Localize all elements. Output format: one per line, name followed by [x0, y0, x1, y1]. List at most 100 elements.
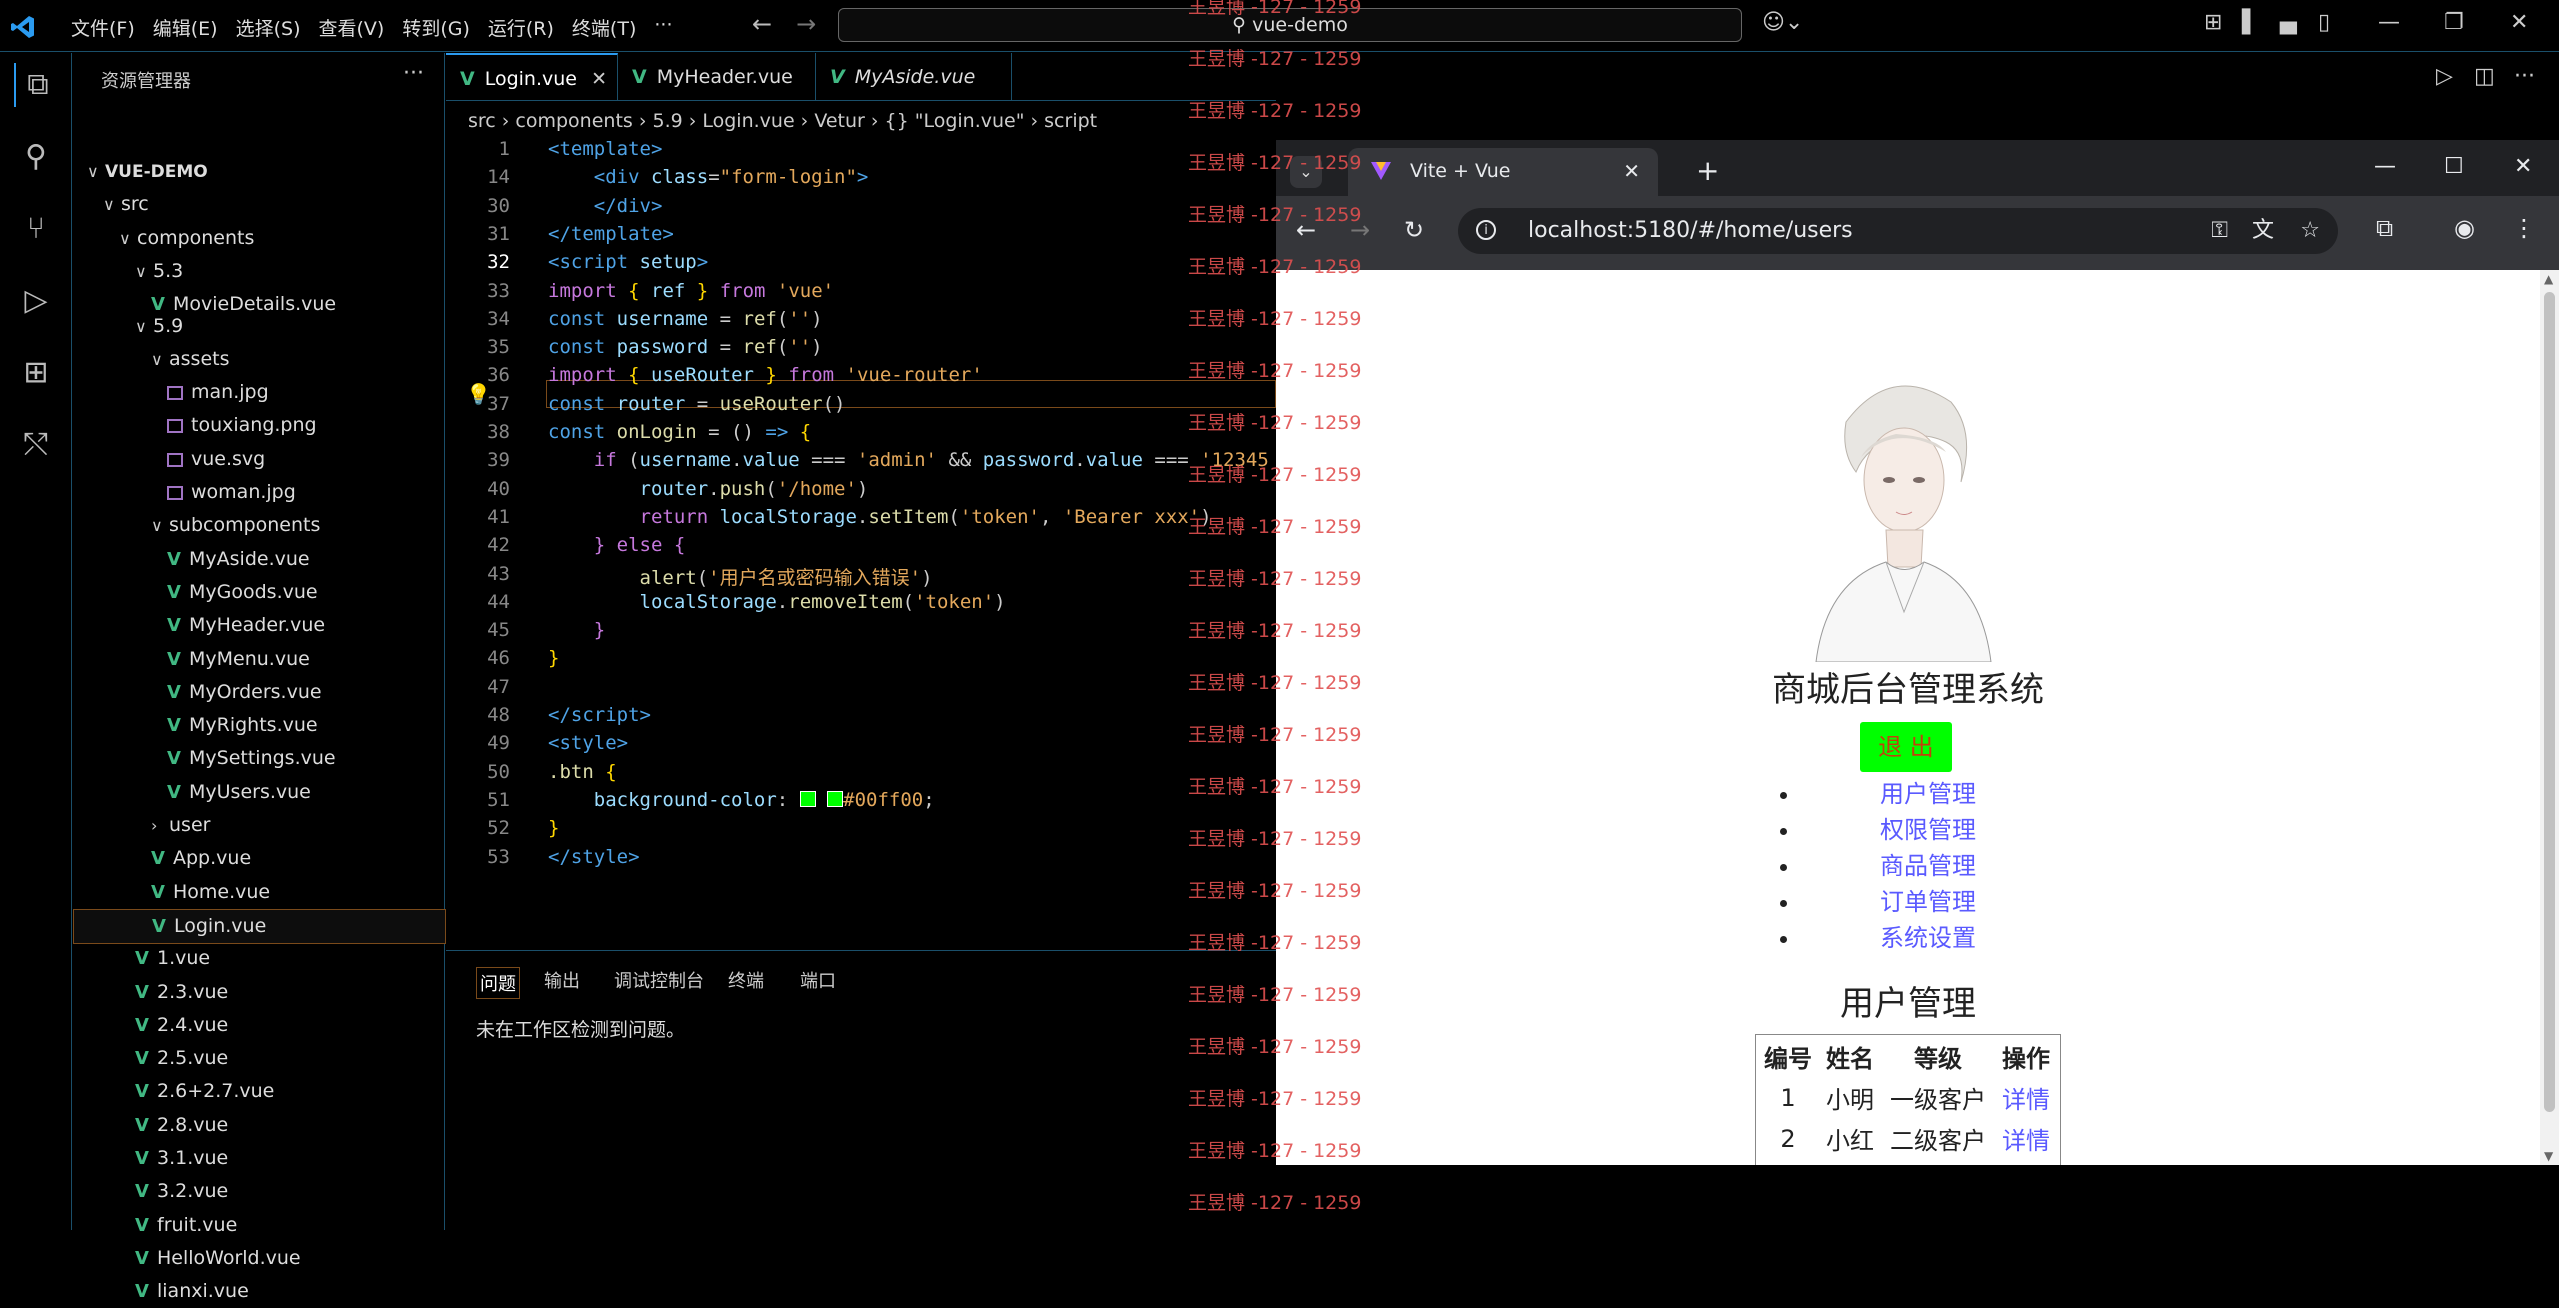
more-actions-icon[interactable]: ···	[403, 61, 424, 86]
new-tab-button[interactable]: +	[1696, 154, 1719, 187]
tree-file[interactable]: V 2.4.vue	[73, 1009, 444, 1042]
panel-tab[interactable]: 输出	[544, 967, 580, 993]
tree-file[interactable]: V MyUsers.vue	[73, 776, 444, 809]
lightbulb-icon[interactable]: 💡	[466, 382, 491, 406]
details-link[interactable]: 详情	[2002, 1127, 2050, 1155]
bookmark-star-icon[interactable]: ☆	[2300, 208, 2320, 254]
code-editor[interactable]: 1 <template> 14 <div class="form-login"> 30…	[446, 138, 1276, 950]
details-link[interactable]: 详情	[2002, 1086, 2050, 1114]
tree-folder[interactable]: ∨ components	[73, 222, 444, 255]
search-icon[interactable]: ⚲	[14, 135, 58, 179]
tree-folder[interactable]: ∨ 5.3	[73, 255, 444, 288]
tree-file[interactable]: V 2.3.vue	[73, 976, 444, 1009]
tree-folder[interactable]: ∨ VUE-DEMO	[73, 155, 444, 188]
code-line[interactable]: localStorage.removeItem('token')	[548, 591, 1006, 613]
tree-file[interactable]: V HelloWorld.vue	[73, 1242, 444, 1275]
layout-customize-icon[interactable]: ⊞	[2204, 10, 2222, 35]
logout-button[interactable]: 退 出	[1860, 722, 1952, 772]
code-line[interactable]: import { ref } from 'vue'	[548, 280, 834, 302]
code-line[interactable]: const password = ref('')	[548, 336, 823, 358]
code-line[interactable]: </template>	[548, 223, 674, 245]
forward-icon[interactable]: →	[796, 10, 816, 38]
tree-file[interactable]: V 3.2.vue	[73, 1175, 444, 1208]
code-line[interactable]: }	[548, 619, 605, 641]
extensions-icon[interactable]: ⊞	[14, 351, 58, 395]
tree-folder[interactable]: ∨ 5.9	[73, 310, 444, 343]
tree-file[interactable]: V 2.5.vue	[73, 1042, 444, 1075]
translate-icon[interactable]: 文	[2252, 208, 2274, 254]
extensions-puzzle-icon[interactable]: ⧉	[2376, 214, 2393, 242]
menu-item[interactable]: 终端(T)	[563, 12, 645, 43]
scroll-up-icon[interactable]: ▲	[2544, 272, 2553, 286]
toggle-secondary-sidebar-icon[interactable]: ▯	[2318, 10, 2330, 35]
code-line[interactable]: <template>	[548, 138, 662, 160]
code-line[interactable]: const onLogin = () => {	[548, 421, 811, 443]
tree-file[interactable]: woman.jpg	[73, 476, 444, 509]
tree-file[interactable]: V Home.vue	[73, 876, 444, 909]
panel-tab[interactable]: 端口	[800, 967, 836, 993]
code-line[interactable]: <script setup>	[548, 251, 708, 273]
browser-close-icon[interactable]: ✕	[2514, 154, 2532, 179]
code-line[interactable]: }	[548, 647, 559, 669]
tree-file[interactable]: V MyAside.vue	[73, 543, 444, 576]
toggle-panel-icon[interactable]: ▄	[2280, 10, 2297, 35]
code-line[interactable]: <style>	[548, 732, 628, 754]
panel-tab[interactable]: 调试控制台	[614, 967, 704, 993]
password-key-icon[interactable]: ⚿	[2211, 208, 2228, 254]
tree-folder[interactable]: ∨ assets	[73, 343, 444, 376]
menu-item[interactable]: 运行(R)	[479, 12, 563, 43]
run-debug-icon[interactable]: ▷	[14, 279, 58, 323]
tree-file[interactable]: V MyRights.vue	[73, 709, 444, 742]
menu-item[interactable]: 查看(V)	[310, 12, 394, 43]
tree-file[interactable]: Vlianxi.vue	[73, 1275, 444, 1308]
source-control-icon[interactable]: ⑂	[14, 207, 58, 251]
run-icon[interactable]: ▷	[2436, 64, 2453, 89]
tab-close-icon[interactable]: ✕	[591, 55, 607, 103]
kangaroo-extension-icon[interactable]: ⤲	[14, 423, 58, 467]
tree-folder[interactable]: › user	[73, 809, 444, 842]
back-icon[interactable]: ←	[752, 10, 772, 38]
tree-file[interactable]: touxiang.png	[73, 409, 444, 442]
scrollbar-thumb[interactable]	[2544, 292, 2555, 1112]
address-bar[interactable]: i localhost:5180/#/home/users ⚿ 文 ☆	[1458, 208, 2338, 254]
browser-menu-icon[interactable]: ⋮	[2512, 214, 2536, 242]
code-line[interactable]: background-color: #00ff00;	[548, 789, 935, 811]
tree-folder[interactable]: ∨ src	[73, 188, 444, 221]
copilot-icon[interactable]: ☺⌄	[1762, 10, 1803, 35]
page-scrollbar[interactable]: ▲ ▼	[2540, 270, 2559, 1165]
code-line[interactable]: </style>	[548, 846, 640, 868]
tab-myheader[interactable]: V MyHeader.vue	[618, 53, 816, 101]
toggle-sidebar-icon[interactable]: ▌	[2242, 10, 2259, 35]
tree-file[interactable]: man.jpg	[73, 376, 444, 409]
menu-item[interactable]: 转到(G)	[393, 12, 479, 43]
panel-tab[interactable]: 终端	[728, 967, 764, 993]
code-line[interactable]: if (username.value === 'admin' && passwo…	[548, 449, 1269, 471]
browser-maximize-icon[interactable]: ☐	[2444, 154, 2464, 179]
tree-file[interactable]: V MySettings.vue	[73, 742, 444, 775]
browser-minimize-icon[interactable]: —	[2374, 154, 2396, 179]
tree-folder[interactable]: ∨ subcomponents	[73, 509, 444, 542]
tree-file[interactable]: V MyGoods.vue	[73, 576, 444, 609]
code-line[interactable]: </script>	[548, 704, 651, 726]
nav-link[interactable]: 系统设置	[1880, 920, 1976, 956]
tree-file[interactable]: V 3.1.vue	[73, 1142, 444, 1175]
minimize-icon[interactable]: —	[2378, 10, 2400, 35]
close-icon[interactable]: ✕	[2510, 10, 2528, 35]
code-line[interactable]: const username = ref('')	[548, 308, 823, 330]
tab-login[interactable]: V Login.vue ✕	[446, 53, 618, 101]
code-line[interactable]: const router = useRouter()	[548, 393, 845, 415]
code-line[interactable]: router.push('/home')	[548, 478, 869, 500]
tree-file[interactable]: V Login.vue	[73, 908, 446, 944]
tree-file[interactable]: V MyHeader.vue	[73, 609, 444, 642]
code-line[interactable]: import { useRouter } from 'vue-router'	[548, 364, 983, 386]
nav-link[interactable]: 订单管理	[1880, 884, 1976, 920]
split-editor-icon[interactable]: ◫	[2474, 64, 2495, 89]
tree-file[interactable]: V 2.8.vue	[73, 1109, 444, 1142]
scroll-down-icon[interactable]: ▼	[2544, 1149, 2553, 1163]
explorer-icon[interactable]: ⧉	[14, 63, 60, 107]
code-line[interactable]: return localStorage.setItem('token', 'Be…	[548, 506, 1212, 528]
restore-icon[interactable]: ❐	[2444, 10, 2464, 35]
tree-file[interactable]: V MyMenu.vue	[73, 643, 444, 676]
site-info-icon[interactable]: i	[1476, 220, 1496, 240]
profile-icon[interactable]: ◉	[2454, 214, 2475, 242]
